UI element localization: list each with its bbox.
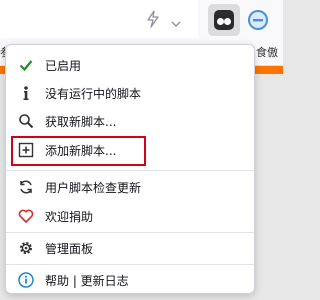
tampermonkey-icon [214, 10, 234, 30]
menu-item-label: 欢迎捐助 [45, 210, 94, 224]
menu-item-help-changelog[interactable]: 帮助 | 更新日志 [6, 266, 254, 294]
highlight-box [11, 136, 146, 166]
menu-item-enabled[interactable]: 已启用 [6, 51, 254, 79]
tampermonkey-button[interactable] [208, 4, 240, 36]
gear-icon [18, 240, 34, 256]
menu-item-donate[interactable]: 欢迎捐助 [6, 202, 254, 230]
menu-item-label: 管理面板 [45, 242, 94, 256]
search-icon [18, 113, 34, 129]
menu-item-dashboard[interactable]: 管理面板 [6, 234, 254, 262]
menu-item-check-updates[interactable]: 用户脚本检查更新 [6, 173, 254, 201]
menu-item-label: 已启用 [45, 59, 82, 73]
menu-separator [6, 232, 254, 233]
chevron-down-icon[interactable] [170, 14, 182, 27]
check-icon [18, 57, 34, 73]
menu-item-no-running-scripts[interactable]: 没有运行中的脚本 [6, 79, 254, 107]
info-icon [18, 85, 34, 101]
info-circle-icon [18, 272, 34, 288]
lightning-bolt-icon[interactable] [146, 10, 160, 28]
menu-item-label: 获取新脚本... [45, 115, 117, 129]
menu-separator [6, 264, 254, 265]
menu-item-get-new-scripts[interactable]: 获取新脚本... [6, 107, 254, 135]
refresh-icon [18, 179, 34, 195]
menu-item-label: 用户脚本检查更新 [45, 181, 142, 195]
menu-item-label: 帮助 | 更新日志 [45, 274, 129, 288]
browser-toolbar [0, 0, 283, 38]
address-bar[interactable] [0, 0, 198, 38]
menu-separator [6, 170, 254, 171]
heart-icon [18, 208, 34, 224]
bookmark-fragment-right[interactable]: 食傲 [256, 44, 278, 60]
menu-item-label: 没有运行中的脚本 [45, 87, 142, 101]
circle-minus-icon[interactable] [246, 8, 270, 32]
extension-popup-menu: 已启用 没有运行中的脚本 获取新脚本... 添加新脚本... 用户脚本检查更新 … [5, 44, 255, 294]
